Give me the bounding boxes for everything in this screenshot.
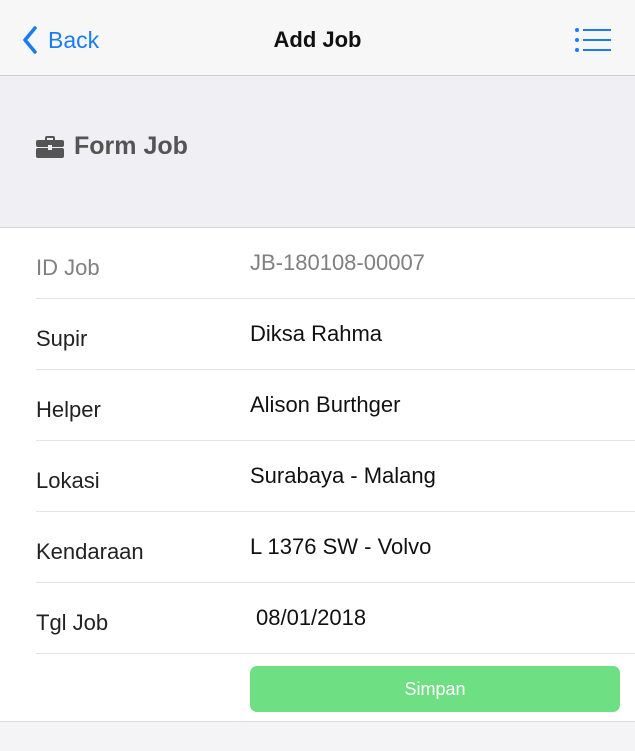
field-supir[interactable]: Supir Diksa Rahma xyxy=(36,299,635,370)
briefcase-icon xyxy=(36,135,64,158)
field-label: ID Job xyxy=(36,255,100,280)
field-value[interactable]: L 1376 SW - Volvo xyxy=(250,534,431,560)
section-title-label: Form Job xyxy=(74,132,188,160)
field-label: Kendaraan xyxy=(36,539,144,564)
footer-band xyxy=(0,722,635,751)
save-row: Simpan xyxy=(0,654,635,722)
navigation-bar: Back Add Job xyxy=(0,0,635,76)
section-title: Form Job xyxy=(36,132,188,161)
field-tgl-job[interactable]: Tgl Job 08/01/2018 xyxy=(36,583,635,654)
field-kendaraan[interactable]: Kendaraan L 1376 SW - Volvo xyxy=(36,512,635,583)
menu-button[interactable] xyxy=(574,27,612,53)
field-helper[interactable]: Helper Alison Burthger xyxy=(36,370,635,441)
field-lokasi[interactable]: Lokasi Surabaya - Malang xyxy=(36,441,635,512)
field-label: Tgl Job xyxy=(36,610,109,635)
field-value[interactable]: 08/01/2018 xyxy=(256,605,366,631)
field-value: JB-180108-00007 xyxy=(250,250,425,275)
page-title: Add Job xyxy=(273,27,362,52)
field-label: Lokasi xyxy=(36,468,100,493)
field-value[interactable]: Surabaya - Malang xyxy=(250,463,436,489)
field-label: Supir xyxy=(36,326,88,351)
save-button[interactable]: Simpan xyxy=(250,666,620,712)
field-label: Helper xyxy=(36,397,101,422)
field-id-job: ID Job JB-180108-00007 xyxy=(36,228,635,299)
field-value[interactable]: Alison Burthger xyxy=(250,392,400,418)
field-value[interactable]: Diksa Rahma xyxy=(250,321,382,347)
list-menu-icon xyxy=(575,28,611,52)
section-header: Form Job xyxy=(0,76,635,228)
job-form: ID Job JB-180108-00007 Supir Diksa Rahma… xyxy=(0,228,635,654)
